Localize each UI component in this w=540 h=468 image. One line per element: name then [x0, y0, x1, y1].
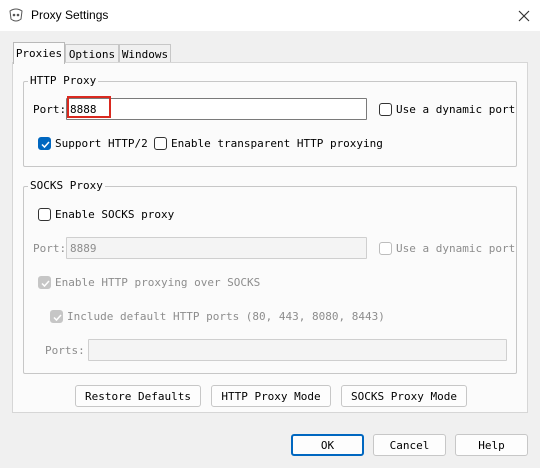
include-ports-checkbox[interactable] — [50, 310, 63, 323]
http-proxy-group — [23, 81, 517, 167]
http-dynamic-port-checkbox[interactable] — [379, 103, 392, 116]
tab-proxies[interactable]: Proxies — [13, 42, 65, 64]
ok-button[interactable]: OK — [291, 434, 364, 456]
check-icon — [41, 141, 50, 149]
http-port-input[interactable]: 8888 — [66, 98, 367, 120]
port-highlight-box — [67, 96, 111, 118]
http-over-socks-label: Enable HTTP proxying over SOCKS — [55, 276, 261, 289]
title-bar: Proxy Settings — [0, 0, 540, 31]
cancel-label: Cancel — [389, 438, 430, 452]
tab-options[interactable]: Options — [65, 44, 119, 64]
socks-dynamic-port-checkbox[interactable] — [379, 242, 392, 255]
tab-windows[interactable]: Windows — [119, 44, 171, 64]
http-proxy-group-label: HTTP Proxy — [28, 74, 99, 87]
restore-defaults-button[interactable]: Restore Defaults — [75, 385, 201, 407]
socks-ports-label: Ports: — [45, 344, 85, 357]
http-dynamic-port-label: Use a dynamic port — [396, 103, 516, 116]
restore-defaults-label: Restore Defaults — [85, 389, 191, 403]
help-button[interactable]: Help — [455, 434, 528, 456]
enable-socks-label: Enable SOCKS proxy — [55, 208, 175, 221]
cancel-button[interactable]: Cancel — [373, 434, 446, 456]
http2-checkbox[interactable] — [38, 137, 51, 150]
transparent-proxy-label: Enable transparent HTTP proxying — [171, 137, 383, 150]
socks-proxy-mode-label: SOCKS Proxy Mode — [351, 389, 457, 403]
tab-windows-label: Windows — [121, 48, 169, 61]
socks-proxy-mode-button[interactable]: SOCKS Proxy Mode — [341, 385, 467, 407]
enable-socks-checkbox[interactable] — [38, 208, 51, 221]
include-ports-label: Include default HTTP ports (80, 443, 808… — [67, 310, 385, 323]
http2-label: Support HTTP/2 — [55, 137, 148, 150]
http-proxy-mode-button[interactable]: HTTP Proxy Mode — [211, 385, 331, 407]
socks-dynamic-port-label: Use a dynamic port — [396, 242, 516, 255]
socks-port-label: Port: — [33, 242, 67, 255]
help-label: Help — [478, 438, 505, 452]
close-icon[interactable] — [507, 0, 540, 31]
transparent-proxy-checkbox[interactable] — [154, 137, 167, 150]
http-over-socks-checkbox[interactable] — [38, 276, 51, 289]
socks-port-input[interactable]: 8889 — [66, 237, 367, 259]
tab-options-label: Options — [68, 48, 116, 61]
tab-proxies-label: Proxies — [15, 47, 63, 60]
check-icon — [41, 280, 50, 288]
http-port-label: Port: — [33, 103, 67, 116]
check-icon — [53, 314, 62, 322]
proxy-app-icon — [8, 8, 24, 23]
http-proxy-mode-label: HTTP Proxy Mode — [221, 389, 321, 403]
window-title: Proxy Settings — [31, 8, 109, 22]
socks-proxy-group-label: SOCKS Proxy — [28, 179, 105, 192]
ok-label: OK — [320, 438, 335, 452]
socks-port-value: 8889 — [70, 241, 97, 255]
socks-ports-input[interactable] — [88, 339, 507, 361]
